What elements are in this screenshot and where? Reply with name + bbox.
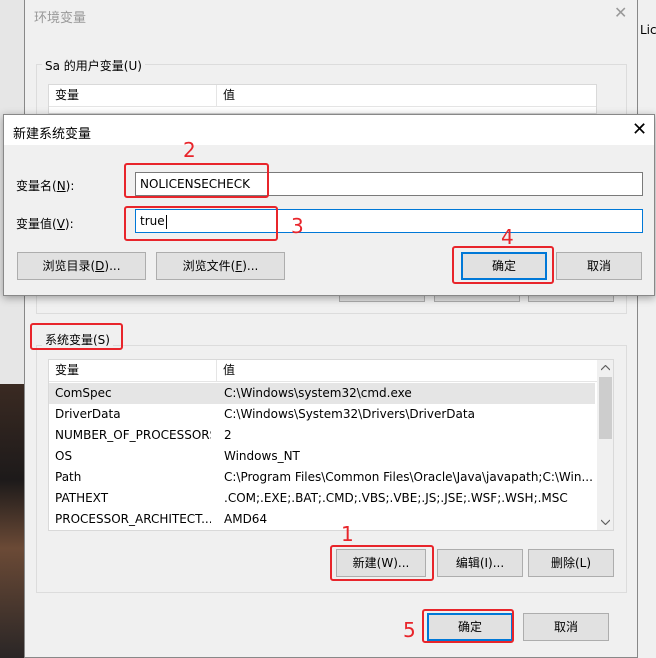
variable-name: ComSpec (55, 386, 112, 400)
table-row[interactable]: PROCESSOR_ARCHITECT... AMD64 (49, 509, 595, 530)
desktop-wallpaper (0, 384, 24, 658)
variable-value: AMD64 (224, 512, 268, 526)
variable-name: PROCESSOR_ARCHITECT... (55, 512, 211, 526)
table-row[interactable]: ComSpec C:\Windows\system32\cmd.exe (49, 383, 595, 404)
variable-name: PATHEXT (55, 491, 109, 505)
close-icon[interactable]: ✕ (632, 119, 647, 140)
annotation-box-dialog-ok (452, 246, 554, 284)
variable-name: DriverData (55, 407, 121, 421)
annotation-step-number: 1 (341, 522, 354, 546)
annotation-step-number: 4 (501, 225, 514, 249)
variable-value: .COM;.EXE;.BAT;.CMD;.VBS;.VBE;.JS;.JSE;.… (224, 491, 568, 505)
scroll-up-icon[interactable] (601, 365, 610, 371)
background-window-text: Lic (640, 23, 656, 37)
variable-value: C:\Program Files\Common Files\Oracle\Jav… (224, 470, 593, 484)
vertical-scrollbar[interactable] (597, 360, 613, 530)
annotation-box-value-field (124, 206, 278, 241)
annotation-step-number: 3 (291, 214, 304, 238)
list-header: 变量 值 (49, 360, 597, 382)
delete-button[interactable]: 删除(L) (528, 549, 614, 577)
annotation-step-number: 5 (403, 618, 416, 642)
annotation-box-new-button (330, 545, 434, 581)
column-header-name[interactable]: 变量 (49, 85, 217, 106)
variable-name-label: 变量名(N): (16, 179, 75, 193)
browse-file-button[interactable]: 浏览文件(F)... (156, 252, 285, 280)
variable-value: C:\Windows\System32\Drivers\DriverData (224, 407, 475, 421)
scroll-down-icon[interactable] (601, 519, 610, 525)
variable-name: OS (55, 449, 73, 463)
variable-value: 2 (224, 428, 232, 442)
list-header: 变量 值 (49, 85, 596, 107)
variable-name: NUMBER_OF_PROCESSORS (55, 428, 211, 442)
annotation-step-number: 2 (183, 138, 196, 162)
column-header-value[interactable]: 值 (217, 85, 235, 106)
column-header-value[interactable]: 值 (217, 360, 235, 381)
annotation-box-system-label (30, 323, 123, 350)
user-variables-label: Sa 的用户变量(U) (42, 57, 145, 74)
table-row[interactable]: PATHEXT .COM;.EXE;.BAT;.CMD;.VBS;.VBE;.J… (49, 488, 595, 509)
system-variables-list[interactable]: 变量 值 ComSpec C:\Windows\system32\cmd.exe… (48, 359, 614, 531)
edit-button[interactable]: 编辑(I)... (437, 549, 523, 577)
close-icon[interactable]: ✕ (614, 3, 627, 22)
table-row[interactable]: NUMBER_OF_PROCESSORS 2 (49, 425, 595, 446)
dialog-cancel-button[interactable]: 取消 (556, 252, 642, 280)
annotation-box-ok-button (422, 609, 514, 643)
dialog-title: 新建系统变量 (13, 127, 92, 142)
table-row[interactable]: Path C:\Program Files\Common Files\Oracl… (49, 467, 595, 488)
column-header-name[interactable]: 变量 (49, 360, 217, 381)
annotation-box-name-field (124, 163, 269, 198)
new-system-variable-dialog: 新建系统变量 ✕ 变量名(N): NOLICENSECHECK 2 变量值(V)… (3, 114, 655, 296)
background-window (638, 0, 656, 658)
user-variables-list[interactable]: 变量 值 (48, 84, 597, 114)
scrollbar-thumb[interactable] (599, 377, 612, 439)
variable-value: C:\Windows\system32\cmd.exe (224, 386, 412, 400)
variable-value-label: 变量值(V): (16, 217, 74, 231)
table-row[interactable]: DriverData C:\Windows\System32\Drivers\D… (49, 404, 595, 425)
browse-directory-button[interactable]: 浏览目录(D)... (17, 252, 146, 280)
cancel-button[interactable]: 取消 (523, 613, 609, 641)
dialog-titlebar (4, 115, 654, 145)
variable-value: Windows_NT (224, 449, 300, 463)
variable-name: Path (55, 470, 82, 484)
dialog-title: 环境变量 (34, 11, 87, 26)
table-row[interactable]: OS Windows_NT (49, 446, 595, 467)
